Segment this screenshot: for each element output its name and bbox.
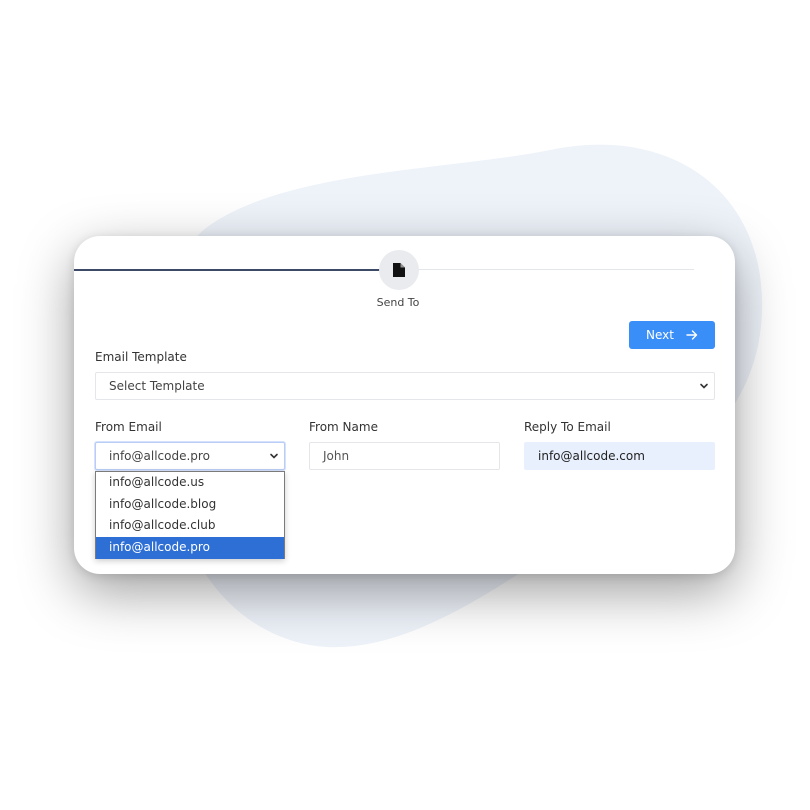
next-button[interactable]: Next [629, 321, 715, 349]
dropdown-option[interactable]: info@allcode.blog [96, 494, 284, 516]
from-email-value: info@allcode.pro [109, 449, 210, 463]
dropdown-option[interactable]: info@allcode.us [96, 472, 284, 494]
progress-line-remaining [418, 269, 694, 270]
chevron-down-icon [270, 453, 278, 459]
file-icon [393, 263, 405, 277]
from-name-input[interactable]: John [309, 442, 500, 470]
email-template-value: Select Template [109, 379, 205, 393]
dropdown-option[interactable]: info@allcode.club [96, 515, 284, 537]
from-email-label: From Email [95, 420, 162, 434]
from-name-label: From Name [309, 420, 378, 434]
email-template-select[interactable]: Select Template [95, 372, 715, 400]
wizard-card: Send To Next Email Template Select Templ… [74, 236, 735, 574]
progress-line-completed [74, 269, 380, 271]
step-send-to[interactable] [379, 250, 419, 290]
next-button-label: Next [646, 328, 674, 342]
email-template-label: Email Template [95, 350, 187, 364]
dropdown-option-selected[interactable]: info@allcode.pro [96, 537, 284, 559]
reply-to-input[interactable]: info@allcode.com [524, 442, 715, 470]
reply-to-label: Reply To Email [524, 420, 611, 434]
chevron-down-icon [700, 383, 708, 389]
step-label: Send To [376, 296, 420, 309]
from-email-dropdown: info@allcode.us info@allcode.blog info@a… [95, 471, 285, 559]
arrow-right-icon [686, 330, 698, 340]
from-email-select[interactable]: info@allcode.pro [95, 442, 285, 470]
